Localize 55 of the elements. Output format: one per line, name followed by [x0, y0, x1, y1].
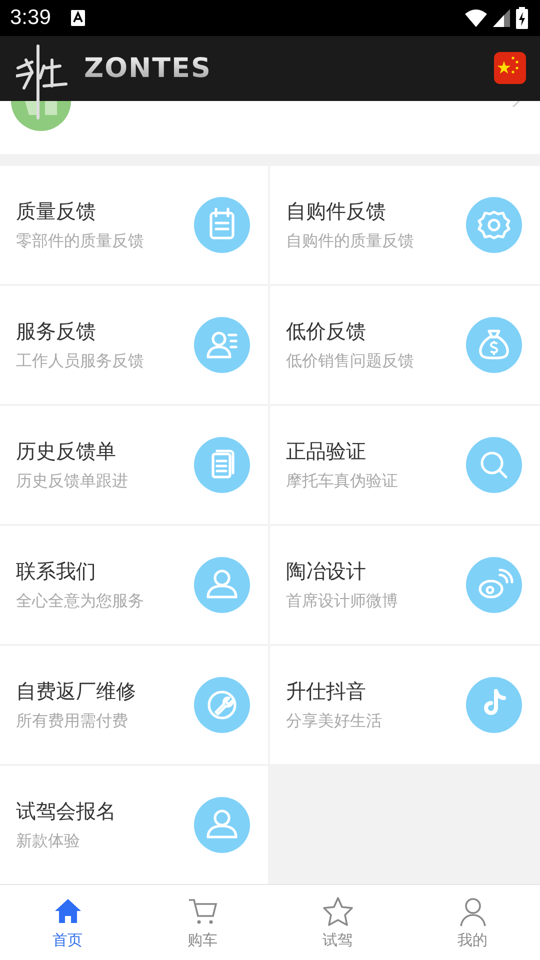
- menu-tile[interactable]: 质量反馈 零部件的质量反馈: [0, 166, 268, 284]
- tile-subtitle: 新款体验: [16, 831, 81, 852]
- menu-tile[interactable]: 自购件反馈 自购件的质量反馈: [270, 166, 540, 284]
- chevron-icon[interactable]: [512, 100, 520, 107]
- tile-subtitle: 历史反馈单跟进: [16, 471, 129, 492]
- tile-subtitle: 低价销售问题反馈: [286, 351, 415, 372]
- menu-tile[interactable]: 自费返厂维修 所有费用需付费: [0, 646, 268, 764]
- tile-title: 自费返厂维修: [16, 678, 137, 706]
- wifi-icon: [465, 8, 487, 27]
- tile-subtitle: 工作人员服务反馈: [16, 351, 145, 372]
- menu-tile[interactable]: 陶冶设计 首席设计师微博: [270, 526, 540, 644]
- tile-title: 试驾会报名: [16, 798, 117, 826]
- tile-subtitle: 摩托车真伪验证: [286, 471, 399, 492]
- tile-subtitle: 零部件的质量反馈: [16, 231, 145, 252]
- tile-title: 正品验证: [286, 438, 367, 466]
- search-icon: [466, 437, 522, 494]
- money-bag-icon: [466, 317, 522, 374]
- person-card-icon: [194, 317, 250, 374]
- menu-tile[interactable]: 低价反馈 低价销售问题反馈: [270, 286, 540, 404]
- tab[interactable]: 首页: [0, 885, 135, 960]
- menu-tile[interactable]: 试驾会报名 新款体验: [0, 766, 268, 884]
- menu-tile[interactable]: 正品验证 摩托车真伪验证: [270, 406, 540, 524]
- wrench-icon: [194, 677, 250, 734]
- signal-icon: [493, 8, 510, 27]
- flag-icon[interactable]: [494, 52, 526, 84]
- tile-subtitle: 自购件的质量反馈: [286, 231, 415, 252]
- tile-title: 自购件反馈: [286, 198, 387, 226]
- tile-title: 陶冶设计: [286, 558, 367, 586]
- tile-subtitle: 分享美好生活: [286, 711, 383, 732]
- tile-title: 质量反馈: [16, 198, 97, 226]
- weibo-icon: [466, 557, 522, 614]
- tile-title: 升仕抖音: [286, 678, 367, 706]
- gear-icon: [466, 197, 522, 254]
- battery-icon: [516, 6, 528, 29]
- menu-tile[interactable]: 升仕抖音 分享美好生活: [270, 646, 540, 764]
- tile-subtitle: 首席设计师微博: [286, 591, 399, 612]
- menu-tile[interactable]: 历史反馈单 历史反馈单跟进: [0, 406, 268, 524]
- tile-title: 联系我们: [16, 558, 97, 586]
- menu-tile[interactable]: 服务反馈 工作人员服务反馈: [0, 286, 268, 404]
- person-icon: [194, 557, 250, 614]
- keyboard-icon: [70, 10, 85, 26]
- status-time: 3:39: [10, 6, 51, 30]
- tile-subtitle: 所有费用需付费: [16, 711, 129, 732]
- menu-tile[interactable]: 联系我们 全心全意为您服务: [0, 526, 268, 644]
- star-icon: [320, 895, 354, 928]
- tile-title: 服务反馈: [16, 318, 97, 346]
- tile-title: 低价反馈: [286, 318, 367, 346]
- calendar-icon: [194, 197, 250, 254]
- documents-icon: [194, 437, 250, 494]
- person-icon: [194, 797, 250, 854]
- logo-icon: [16, 42, 70, 122]
- tile-title: 历史反馈单: [16, 438, 117, 466]
- note-icon: [466, 677, 522, 734]
- tile-subtitle: 全心全意为您服务: [16, 591, 145, 612]
- avatar-icon: [11, 100, 71, 131]
